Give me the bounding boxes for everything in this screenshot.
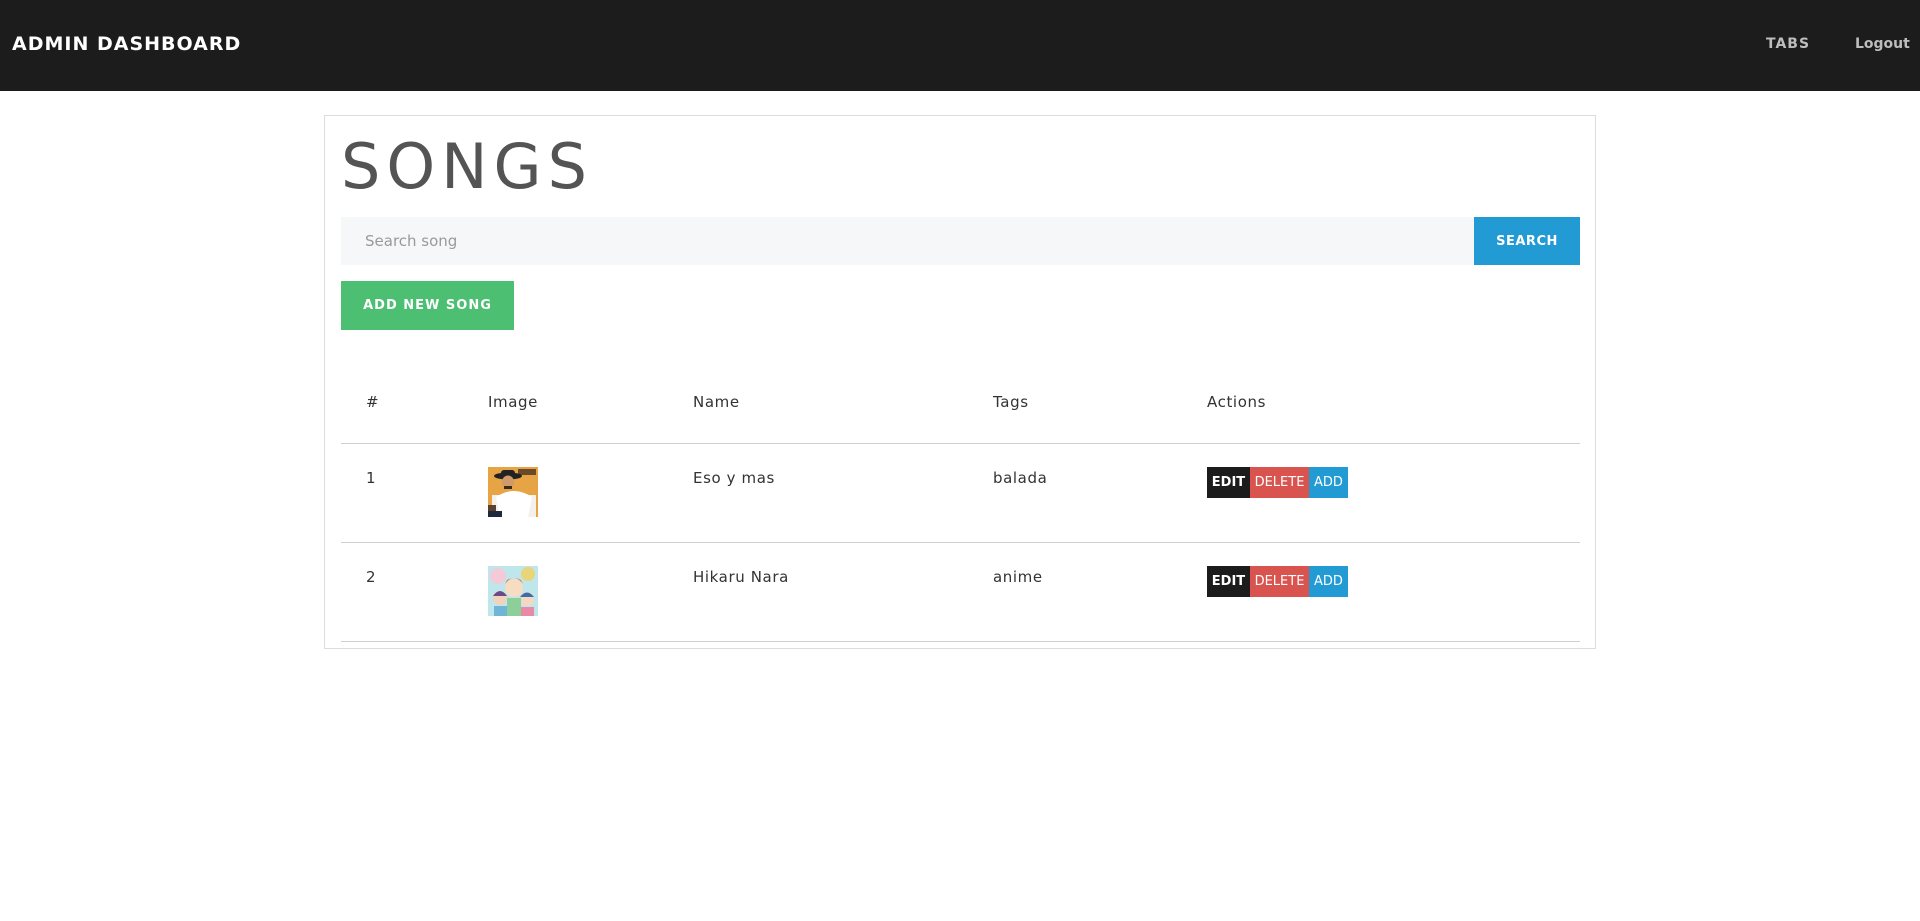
delete-button[interactable]: DELETE (1250, 466, 1309, 498)
nav-link-tabs[interactable]: TABS (1766, 35, 1810, 53)
add-button[interactable]: ADD (1309, 565, 1348, 597)
edit-button[interactable]: EDIT (1207, 466, 1250, 498)
row-image-cell (463, 443, 668, 543)
add-new-song-button[interactable]: ADD NEW SONG (341, 281, 514, 330)
brand-title[interactable]: ADMIN DASHBOARD (12, 32, 241, 56)
row-actions: EDIT DELETE ADD (1182, 443, 1580, 543)
add-button[interactable]: ADD (1309, 466, 1348, 498)
row-number: 1 (341, 443, 463, 543)
header-image: Image (463, 361, 668, 444)
row-tags: balada (968, 443, 1182, 543)
delete-button[interactable]: DELETE (1250, 565, 1309, 597)
table-row: 1 Eso y mas balada EDIT DELETE ADD (341, 443, 1580, 543)
row-tags: anime (968, 542, 1182, 642)
header-tags: Tags (968, 361, 1182, 444)
row-number: 2 (341, 542, 463, 642)
row-name: Eso y mas (668, 443, 968, 543)
row-image-cell (463, 542, 668, 642)
search-button[interactable]: SEARCH (1474, 217, 1580, 265)
row-actions: EDIT DELETE ADD (1182, 542, 1580, 642)
header-number: # (341, 361, 463, 444)
songs-card: SONGS SEARCH ADD NEW SONG # Image Name T… (324, 115, 1596, 649)
album-cover-image (488, 565, 538, 616)
album-cover-image (488, 466, 538, 517)
top-navbar: ADMIN DASHBOARD TABS Logout (0, 0, 1920, 91)
action-button-group: EDIT DELETE ADD (1207, 565, 1580, 597)
page-title: SONGS (341, 130, 593, 203)
table-header-row: # Image Name Tags Actions (341, 361, 1580, 444)
header-name: Name (668, 361, 968, 444)
action-button-group: EDIT DELETE ADD (1207, 466, 1580, 498)
header-actions: Actions (1182, 361, 1580, 444)
edit-button[interactable]: EDIT (1207, 565, 1250, 597)
search-input[interactable] (341, 217, 1474, 265)
songs-table: # Image Name Tags Actions 1 Eso y mas ba… (341, 361, 1580, 642)
table-row: 2 Hikaru Nara anime EDIT DELETE ADD (341, 542, 1580, 642)
row-name: Hikaru Nara (668, 542, 968, 642)
nav-link-logout[interactable]: Logout (1855, 35, 1910, 53)
